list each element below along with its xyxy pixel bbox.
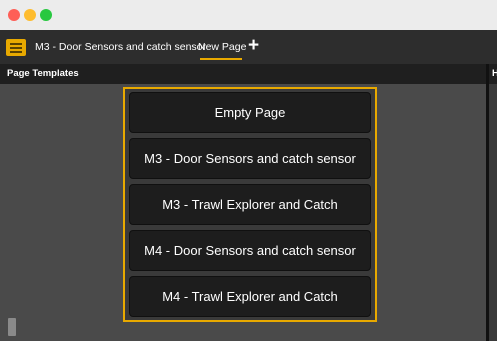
minimize-window-button[interactable] [24,9,36,21]
hamburger-menu-icon[interactable] [6,39,26,56]
tab-m3-door-sensors[interactable]: M3 - Door Sensors and catch sensor [35,30,206,64]
template-m4-trawl-explorer-button[interactable]: M4 - Trawl Explorer and Catch [129,276,371,317]
template-empty-page-button[interactable]: Empty Page [129,92,371,133]
tab-new-page[interactable]: New Page [198,30,247,64]
template-m3-trawl-explorer-button[interactable]: M3 - Trawl Explorer and Catch [129,184,371,225]
panel-title: Page Templates [7,68,79,79]
active-tab-indicator [200,58,242,60]
menu-line [10,47,22,49]
right-panel-title: H [489,64,497,84]
tab-bar: M3 - Door Sensors and catch sensor New P… [0,30,497,64]
panel-header: Page Templates [0,64,486,84]
add-tab-button[interactable]: + [248,30,259,64]
right-panel-body [489,84,497,341]
app-window: M3 - Door Sensors and catch sensor New P… [0,0,497,341]
title-bar [0,0,497,30]
template-m4-door-sensors-button[interactable]: M4 - Door Sensors and catch sensor [129,230,371,271]
close-window-button[interactable] [8,9,20,21]
menu-line [10,43,22,45]
template-list: Empty Page M3 - Door Sensors and catch s… [123,87,377,322]
menu-line [10,51,22,53]
scrollbar-thumb[interactable] [8,318,16,336]
maximize-window-button[interactable] [40,9,52,21]
template-m3-door-sensors-button[interactable]: M3 - Door Sensors and catch sensor [129,138,371,179]
tab-new-page-label: New Page [198,41,247,53]
